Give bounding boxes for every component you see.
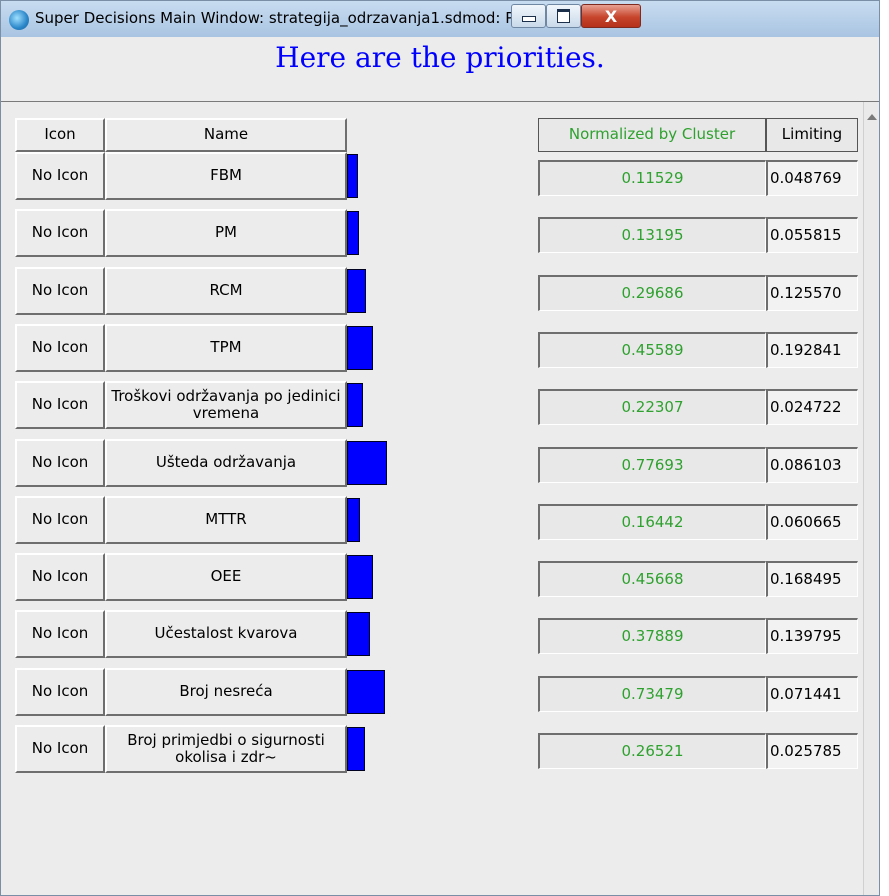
close-icon: X — [604, 6, 618, 26]
row-icon-button[interactable]: No Icon — [15, 152, 105, 200]
row-name-button[interactable]: Ušteda održavanja — [105, 439, 347, 487]
priority-bar — [347, 612, 370, 656]
row-name-button[interactable]: Troškovi održavanja po jedinici vremena — [105, 381, 347, 429]
row-name-button[interactable]: PM — [105, 209, 347, 257]
normalized-value: 0.77693 — [538, 447, 766, 483]
scroll-up-arrow-icon[interactable] — [867, 114, 877, 120]
limiting-value: 0.071441 — [766, 676, 858, 712]
row-icon-button[interactable]: No Icon — [15, 381, 105, 429]
row-icon-button[interactable]: No Icon — [15, 324, 105, 372]
row-name-button[interactable]: TPM — [105, 324, 347, 372]
priority-bar — [347, 154, 358, 198]
column-header-icon[interactable]: Icon — [15, 118, 105, 152]
row-name-button[interactable]: RCM — [105, 267, 347, 315]
row-name-button[interactable]: Učestalost kvarova — [105, 610, 347, 658]
minimize-button[interactable] — [511, 4, 546, 28]
limiting-value: 0.048769 — [766, 160, 858, 196]
priority-bar — [347, 441, 387, 485]
page-title: Here are the priorities. — [275, 41, 605, 74]
limiting-value: 0.192841 — [766, 332, 858, 368]
normalized-value: 0.13195 — [538, 217, 766, 253]
row-name-button[interactable]: Broj primjedbi o sigurnosti okolisa i zd… — [105, 725, 347, 773]
normalized-value: 0.26521 — [538, 733, 766, 769]
row-icon-button[interactable]: No Icon — [15, 553, 105, 601]
row-name-button[interactable]: Broj nesreća — [105, 668, 347, 716]
row-name-button[interactable]: FBM — [105, 152, 347, 200]
limiting-value: 0.025785 — [766, 733, 858, 769]
column-header-name[interactable]: Name — [105, 118, 347, 152]
priorities-header: Here are the priorities. — [1, 37, 879, 102]
priority-bar — [347, 498, 360, 542]
window-title: Super Decisions Main Window: strategija_… — [35, 9, 515, 27]
maximize-button[interactable] — [546, 4, 581, 28]
priority-bar — [347, 326, 373, 370]
super-decisions-window: Super Decisions Main Window: strategija_… — [0, 0, 880, 896]
row-name-button[interactable]: OEE — [105, 553, 347, 601]
column-header-normalized: Normalized by Cluster — [538, 118, 766, 152]
limiting-value: 0.139795 — [766, 618, 858, 654]
limiting-value: 0.168495 — [766, 561, 858, 597]
row-icon-button[interactable]: No Icon — [15, 439, 105, 487]
normalized-value: 0.22307 — [538, 389, 766, 425]
minimize-icon — [521, 16, 536, 22]
limiting-value: 0.125570 — [766, 275, 858, 311]
normalized-value: 0.29686 — [538, 275, 766, 311]
row-icon-button[interactable]: No Icon — [15, 668, 105, 716]
priority-bar — [347, 269, 366, 313]
priority-bar — [347, 670, 385, 714]
limiting-value: 0.055815 — [766, 217, 858, 253]
row-icon-button[interactable]: No Icon — [15, 209, 105, 257]
priority-bar — [347, 727, 365, 771]
maximize-icon — [557, 9, 570, 23]
column-header-limiting: Limiting — [766, 118, 858, 152]
row-icon-button[interactable]: No Icon — [15, 725, 105, 773]
limiting-value: 0.024722 — [766, 389, 858, 425]
row-icon-button[interactable]: No Icon — [15, 496, 105, 544]
normalized-value: 0.37889 — [538, 618, 766, 654]
priority-bar — [347, 555, 373, 599]
priorities-table: Icon Name Normalized by Cluster Limiting… — [1, 102, 863, 895]
title-bar[interactable]: Super Decisions Main Window: strategija_… — [1, 1, 879, 38]
close-button[interactable]: X — [581, 4, 641, 28]
priority-bar — [347, 383, 363, 427]
row-name-button[interactable]: MTTR — [105, 496, 347, 544]
vertical-scrollbar[interactable] — [863, 102, 879, 895]
limiting-value: 0.086103 — [766, 447, 858, 483]
normalized-value: 0.73479 — [538, 676, 766, 712]
normalized-value: 0.45589 — [538, 332, 766, 368]
priority-bar — [347, 211, 359, 255]
normalized-value: 0.16442 — [538, 504, 766, 540]
limiting-value: 0.060665 — [766, 504, 858, 540]
row-icon-button[interactable]: No Icon — [15, 610, 105, 658]
row-icon-button[interactable]: No Icon — [15, 267, 105, 315]
super-decisions-app-icon[interactable] — [9, 10, 29, 30]
normalized-value: 0.11529 — [538, 160, 766, 196]
normalized-value: 0.45668 — [538, 561, 766, 597]
